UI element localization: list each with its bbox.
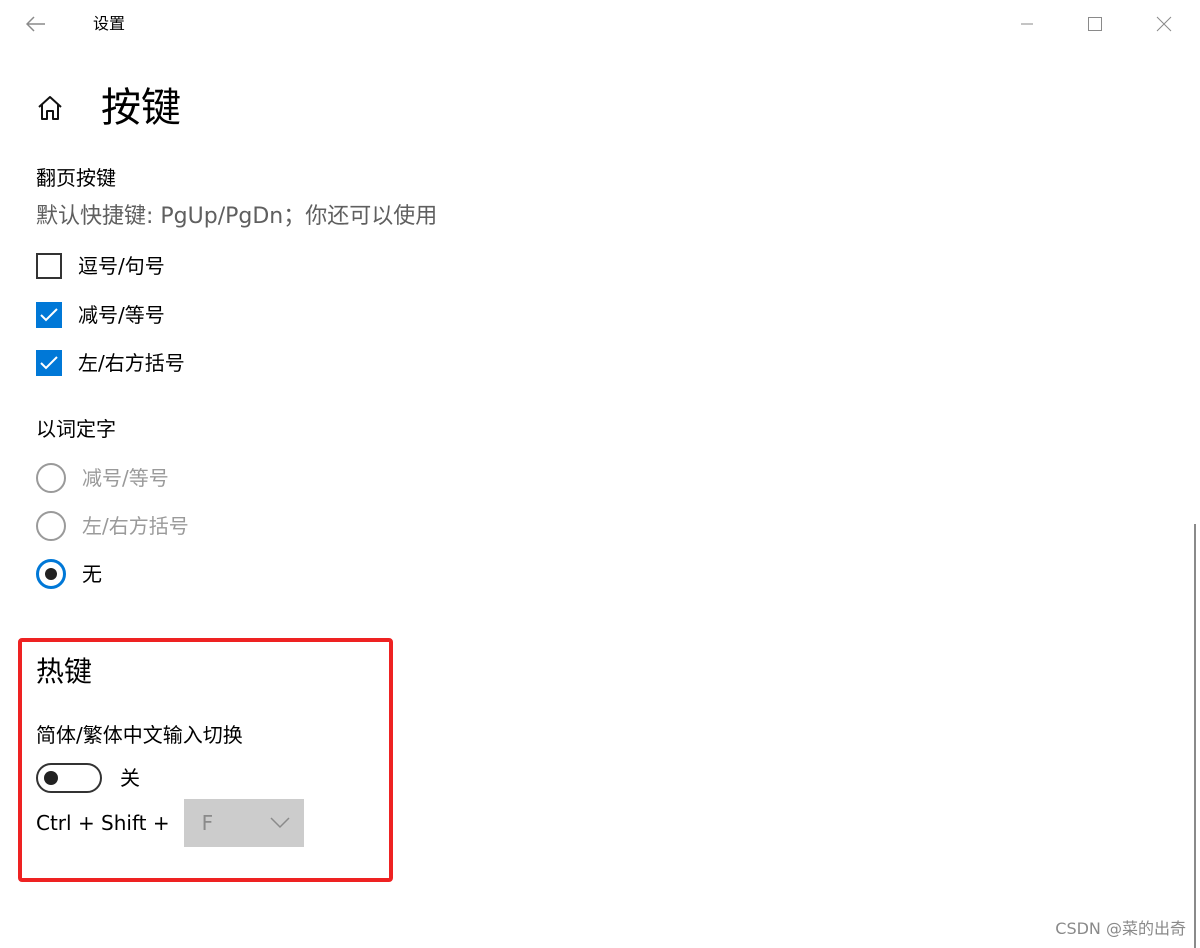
checkbox-box[interactable]: [36, 253, 62, 279]
dropdown-value: F: [201, 811, 214, 835]
minimize-button[interactable]: [1004, 8, 1050, 40]
radio-button[interactable]: [36, 559, 66, 589]
radio-label: 左/右方括号: [82, 514, 189, 538]
close-icon: [1156, 16, 1172, 32]
watermark: CSDN @菜的出奇: [1055, 919, 1186, 938]
checkbox-label: 逗号/句号: [78, 254, 165, 278]
hotkey-key-dropdown[interactable]: F: [183, 799, 304, 847]
radio-none[interactable]: 无: [36, 558, 102, 590]
page-keys-label: 翻页按键: [36, 166, 116, 190]
hotkey-combo-row: Ctrl + Shift + F: [36, 799, 304, 847]
checkbox-label: 左/右方括号: [78, 351, 185, 375]
minimize-icon: [1021, 23, 1033, 25]
radio-button[interactable]: [36, 463, 66, 493]
chevron-down-icon: [270, 817, 290, 829]
word-select-label: 以词定字: [36, 417, 116, 441]
hotkey-toggle-row: 关: [36, 763, 140, 793]
back-button[interactable]: [18, 8, 54, 40]
checkbox-comma-period[interactable]: 逗号/句号: [36, 251, 165, 281]
toggle-knob: [44, 771, 58, 785]
home-button[interactable]: [36, 93, 66, 123]
maximize-icon: [1088, 17, 1102, 31]
radio-button[interactable]: [36, 511, 66, 541]
toggle-state-label: 关: [120, 766, 140, 790]
hotkey-switch-label: 简体/繁体中文输入切换: [36, 723, 243, 747]
vertical-scrollbar[interactable]: [1194, 524, 1196, 948]
close-button[interactable]: [1141, 8, 1187, 40]
maximize-button[interactable]: [1072, 8, 1118, 40]
checkbox-label: 减号/等号: [78, 303, 165, 327]
hotkey-toggle-switch[interactable]: [36, 763, 102, 793]
page-header: 按键: [36, 82, 181, 134]
checkmark-icon: [40, 308, 58, 322]
radio-brackets[interactable]: 左/右方括号: [36, 510, 189, 542]
checkbox-box[interactable]: [36, 350, 62, 376]
back-arrow-icon: [26, 16, 45, 32]
radio-label: 无: [82, 562, 102, 586]
home-icon: [38, 96, 62, 120]
window-title: 设置: [93, 14, 126, 33]
radio-label: 减号/等号: [82, 466, 169, 490]
page-keys-description: 默认快捷键: PgUp/PgDn；你还可以使用: [36, 204, 438, 229]
radio-dot: [45, 568, 57, 580]
checkmark-icon: [40, 356, 58, 370]
radio-minus-equal[interactable]: 减号/等号: [36, 462, 169, 494]
combo-prefix: Ctrl + Shift +: [36, 811, 170, 835]
checkbox-box[interactable]: [36, 302, 62, 328]
page-title: 按键: [101, 85, 181, 131]
hotkeys-title: 热键: [36, 655, 93, 688]
checkbox-minus-equal[interactable]: 减号/等号: [36, 300, 165, 330]
checkbox-brackets[interactable]: 左/右方括号: [36, 348, 185, 378]
title-bar: 设置: [0, 0, 1200, 48]
